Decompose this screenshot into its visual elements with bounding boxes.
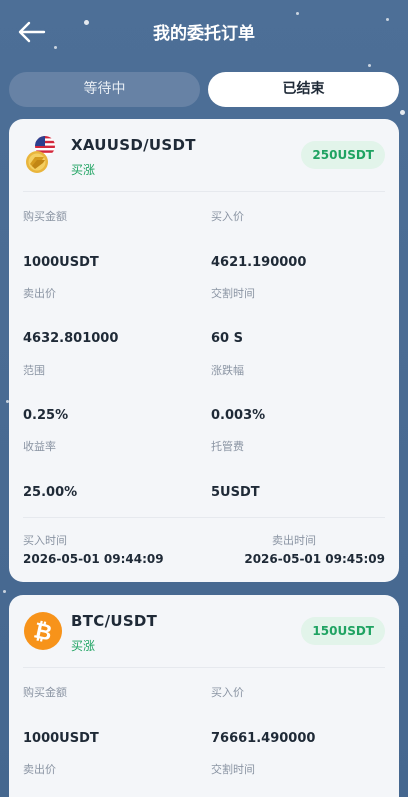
field-label: 涨跌幅 xyxy=(211,364,244,377)
field-value: 60 S xyxy=(211,331,243,346)
direction-label: 买涨 xyxy=(71,639,96,653)
field-label: 买入价 xyxy=(211,686,244,699)
field-value: 76661.490000 xyxy=(211,731,316,746)
field-value: 1000USDT xyxy=(23,255,99,270)
field-value: 4632.801000 xyxy=(23,331,119,346)
field-label: 交割时间 xyxy=(211,763,255,776)
header: 我的委托订单 xyxy=(0,0,408,64)
order-card[interactable]: XAUUSD/USDT 买涨 250USDT 购买金额 买入价 1000USDT… xyxy=(9,119,399,582)
tab-ended[interactable]: 已结束 xyxy=(208,72,399,107)
divider xyxy=(23,667,385,668)
field-label: 卖出价 xyxy=(23,287,56,300)
trading-pair: XAUUSD/USDT xyxy=(71,136,196,154)
divider xyxy=(23,191,385,192)
field-label: 收益率 xyxy=(23,440,56,453)
buy-time-label: 买入时间 xyxy=(23,534,67,547)
field-value: 25.00% xyxy=(23,485,78,500)
field-value: 0.003% xyxy=(211,408,266,423)
field-label: 交割时间 xyxy=(211,287,255,300)
page-title: 我的委托订单 xyxy=(153,24,255,44)
field-label: 买入价 xyxy=(211,210,244,223)
field-value: 4621.190000 xyxy=(211,255,307,270)
trading-pair: BTC/USDT xyxy=(71,612,158,630)
field-value: 1000USDT xyxy=(23,731,99,746)
field-value: 0.25% xyxy=(23,408,69,423)
direction-label: 买涨 xyxy=(71,163,96,177)
field-label: 购买金额 xyxy=(23,686,67,699)
order-status-tabs: 等待中 已结束 xyxy=(9,72,399,107)
snow-dot xyxy=(368,64,371,67)
snow-dot xyxy=(3,590,6,593)
snow-dot xyxy=(400,110,405,115)
buy-time-value: 2026-05-01 09:44:09 xyxy=(23,552,164,566)
app-screen: 我的委托订单 等待中 已结束 XAUUSD/USDT 买涨 250USDT 购买… xyxy=(0,0,408,797)
profit-badge: 250USDT xyxy=(301,141,385,169)
field-label: 卖出价 xyxy=(23,763,56,776)
field-label: 范围 xyxy=(23,364,45,377)
usd-gold-icon xyxy=(23,135,63,175)
divider xyxy=(23,517,385,518)
field-label: 购买金额 xyxy=(23,210,67,223)
profit-badge: 150USDT xyxy=(301,617,385,645)
sell-time-label: 卖出时间 xyxy=(272,534,316,547)
tab-pending[interactable]: 等待中 xyxy=(9,72,200,107)
sell-time-value: 2026-05-01 09:45:09 xyxy=(244,552,385,566)
order-card[interactable]: ₿ BTC/USDT 买涨 150USDT 购买金额 买入价 1000USDT … xyxy=(9,595,399,797)
field-label: 托管费 xyxy=(211,440,244,453)
bitcoin-icon: ₿ xyxy=(23,612,63,652)
field-value: 5USDT xyxy=(211,485,260,500)
